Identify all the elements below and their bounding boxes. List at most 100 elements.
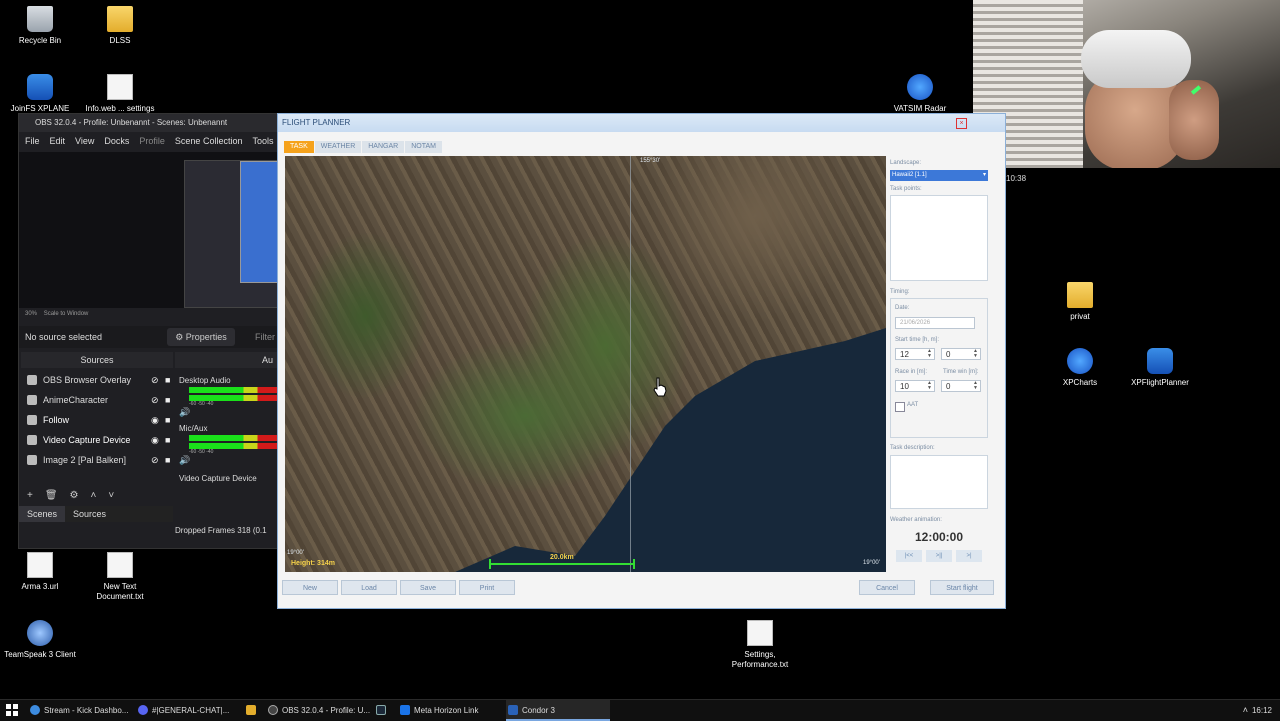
spinner-icon[interactable]: ▲ ▼ <box>927 349 932 359</box>
terrain-map[interactable]: 155°30' 19°00' 19°00' Height: 314m 20.0k… <box>285 156 886 572</box>
map-latitude-label-right: 19°00' <box>863 560 880 566</box>
taskbar-item-meta-horizon[interactable]: Meta Horizon Link <box>398 700 514 721</box>
save-button[interactable]: Save <box>400 580 456 595</box>
spinner-icon[interactable]: ▲ ▼ <box>973 349 978 359</box>
tray-chevron-up-icon[interactable]: ˄ <box>1243 700 1248 721</box>
tab-scenes[interactable]: Scenes <box>19 506 66 522</box>
lock-icon[interactable]: ■ <box>165 375 175 385</box>
tab-sources[interactable]: Sources <box>65 506 114 522</box>
menu-scene-collection[interactable]: Scene Collection <box>175 132 243 150</box>
load-button[interactable]: Load <box>341 580 397 595</box>
map-latitude-label-left: 19°00' <box>287 550 304 556</box>
scale-label[interactable]: Scale to Window <box>44 311 89 317</box>
menu-docks[interactable]: Docks <box>104 132 129 150</box>
start-minute-field[interactable]: 0 ▲ ▼ <box>941 348 981 360</box>
desktop-icon-dlss[interactable]: DLSS <box>80 6 160 46</box>
desktop-icon-settings-txt[interactable]: Settings, Performance.txt <box>720 620 800 670</box>
source-item[interactable]: OBS Browser Overlay ⊘ ■ <box>21 370 173 390</box>
desktop-icon-new-text[interactable]: New Text Document.txt <box>80 552 160 602</box>
taskbar-item-kick[interactable]: Stream - Kick Dashbo... <box>28 700 144 721</box>
properties-button[interactable]: ⚙ Properties <box>167 328 235 346</box>
zoom-label[interactable]: 30% <box>25 311 37 317</box>
desktop-icon-privat[interactable]: privat <box>1040 282 1120 322</box>
timing-label: Timing: <box>890 289 910 295</box>
timing-group: Date: 21/06/2026 Start time [h, m]: 12 ▲ ▼… <box>890 298 988 438</box>
source-item[interactable]: Follow ◉ ■ <box>21 410 173 430</box>
aat-checkbox[interactable] <box>895 402 905 412</box>
file-icon <box>107 74 133 100</box>
taskbar-item-explorer[interactable] <box>244 700 258 721</box>
eye-icon[interactable]: ◉ <box>151 415 161 425</box>
source-item[interactable]: AnimeCharacter ⊘ ■ <box>21 390 173 410</box>
time-win-field[interactable]: 0 ▲ ▼ <box>941 380 981 392</box>
lock-icon[interactable]: ■ <box>165 455 175 465</box>
race-field[interactable]: 10 ▲ ▼ <box>895 380 935 392</box>
taskbar-clock[interactable]: 16:12 <box>1252 700 1272 721</box>
audio-meter <box>189 387 277 393</box>
flight-planner-tabs: TASK WEATHER HANGAR NOTAM <box>284 141 442 153</box>
tab-hangar[interactable]: HANGAR <box>362 141 405 153</box>
task-points-list[interactable] <box>890 195 988 281</box>
lock-icon[interactable]: ■ <box>165 415 175 425</box>
obs-zoom-bar: 30% Scale to Window <box>19 308 283 320</box>
taskbar-item-condor[interactable]: Condor 3 <box>506 700 610 721</box>
desktop-icon-teamspeak[interactable]: TeamSpeak 3 Client <box>0 620 80 660</box>
filters-button[interactable]: Filter <box>255 326 275 348</box>
print-button[interactable]: Print <box>459 580 515 595</box>
taskbar-item-discord[interactable]: #|GENERAL-CHAT|... <box>136 700 252 721</box>
source-item[interactable]: Video Capture Device ◉ ■ <box>21 430 173 450</box>
rewind-button[interactable]: |<< <box>896 550 922 562</box>
desktop-icon-recycle-bin[interactable]: Recycle Bin <box>0 6 80 46</box>
close-icon[interactable]: × <box>956 118 967 129</box>
menu-file[interactable]: File <box>25 132 40 150</box>
chevron-up-icon[interactable]: ˄ <box>91 490 97 504</box>
sources-toolbar: + 🗑 ⚙ ˄ ˅ <box>21 490 179 504</box>
start-hour-field[interactable]: 12 ▲ ▼ <box>895 348 935 360</box>
desktop-icon-info-web[interactable]: Info.web ... settings <box>80 74 160 114</box>
tab-weather[interactable]: WEATHER <box>314 141 362 153</box>
eye-hidden-icon[interactable]: ⊘ <box>151 395 161 405</box>
lock-icon[interactable]: ■ <box>165 435 175 445</box>
lock-icon[interactable]: ■ <box>165 395 175 405</box>
gear-icon[interactable]: ⚙ <box>70 490 79 504</box>
obs-status-bar: Dropped Frames 318 (0.1 <box>175 526 267 535</box>
cancel-button[interactable]: Cancel <box>859 580 915 595</box>
desktop-icon-joinfs[interactable]: JoinFS XPLANE <box>0 74 80 114</box>
source-item[interactable]: Image 2 [Pal Balken] ⊘ ■ <box>21 450 173 470</box>
spinner-icon[interactable]: ▲ ▼ <box>927 381 932 391</box>
date-field[interactable]: 21/06/2026 <box>895 317 975 329</box>
audio-meter <box>189 395 277 401</box>
speaker-icon[interactable]: 🔊 <box>175 455 277 466</box>
spinner-icon[interactable]: ▲ ▼ <box>973 381 978 391</box>
desktop-icon-xpflightplanner[interactable]: XPFlightPlanner <box>1120 348 1200 388</box>
new-button[interactable]: New <box>282 580 338 595</box>
desktop-icon-arma3[interactable]: Arma 3.url <box>0 552 80 592</box>
menu-tools[interactable]: Tools <box>252 132 273 150</box>
tab-task[interactable]: TASK <box>284 141 314 153</box>
landscape-select[interactable]: Hawaii2 [1.1] ▾ <box>890 170 988 181</box>
image-icon <box>27 455 37 465</box>
end-button[interactable]: >| <box>956 550 982 562</box>
speaker-icon[interactable]: 🔊 <box>175 407 277 418</box>
task-description-field[interactable] <box>890 455 988 509</box>
play-pause-button[interactable]: >|| <box>926 550 952 562</box>
tab-notam[interactable]: NOTAM <box>405 141 442 153</box>
obs-preview[interactable] <box>19 152 280 308</box>
trash-icon[interactable]: 🗑 <box>45 490 58 504</box>
menu-profile[interactable]: Profile <box>139 132 165 150</box>
taskbar-item-steam[interactable] <box>374 700 388 721</box>
eye-icon[interactable]: ◉ <box>151 435 161 445</box>
desktop-icon-vatsim-radar[interactable]: VATSIM Radar <box>880 74 960 114</box>
desktop-icon-xpcharts[interactable]: XPCharts <box>1040 348 1120 388</box>
taskbar-item-obs[interactable]: OBS 32.0.4 - Profile: U... <box>266 700 382 721</box>
menu-edit[interactable]: Edit <box>50 132 66 150</box>
start-flight-button[interactable]: Start flight <box>930 580 994 595</box>
menu-view[interactable]: View <box>75 132 94 150</box>
add-icon[interactable]: + <box>27 490 33 504</box>
chevron-down-icon[interactable]: ˅ <box>108 490 114 504</box>
eye-hidden-icon[interactable]: ⊘ <box>151 455 161 465</box>
file-icon <box>107 552 133 578</box>
windows-start-icon[interactable] <box>6 704 18 716</box>
eye-hidden-icon[interactable]: ⊘ <box>151 375 161 385</box>
xpcharts-icon <box>1067 348 1093 374</box>
